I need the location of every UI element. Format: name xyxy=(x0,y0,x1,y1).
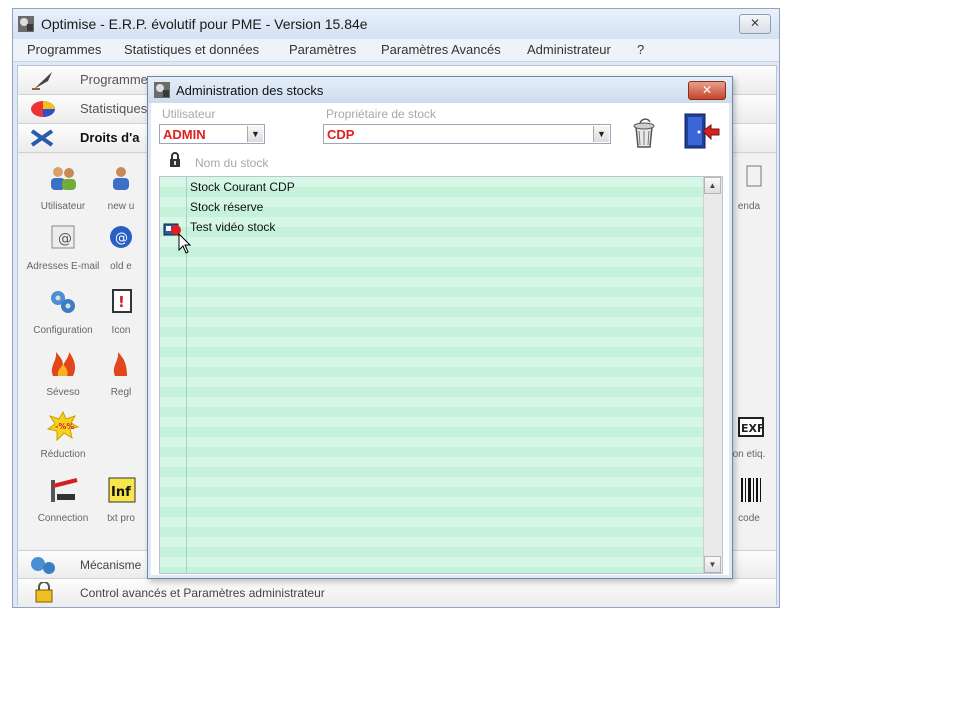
tool-label: txt pro xyxy=(107,513,135,524)
section-control[interactable]: Control avancés et Paramètres administra… xyxy=(18,578,776,607)
tool-adresses-email[interactable]: @ Adresses E-mail xyxy=(18,222,108,272)
email-icon: @ xyxy=(51,225,75,249)
scroll-down-button[interactable]: ▼ xyxy=(704,556,721,573)
lock-icon xyxy=(170,152,180,167)
tool-label: Configuration xyxy=(33,325,93,336)
tool-regl[interactable]: Regl xyxy=(96,348,146,398)
tool-icon[interactable]: ! Icon xyxy=(96,286,146,336)
chevron-down-icon[interactable]: ▼ xyxy=(247,126,263,142)
gears-icon xyxy=(31,557,55,574)
barrier-icon xyxy=(51,478,78,502)
svg-text:!: ! xyxy=(118,293,125,311)
gears-icon xyxy=(51,291,75,313)
tool-seveso[interactable]: Séveso xyxy=(18,348,108,398)
tool-old-email[interactable]: @ old e xyxy=(96,222,146,272)
svg-text:EXF: EXF xyxy=(741,422,765,435)
window-title: Optimise - E.R.P. évolutif pour PME - Ve… xyxy=(41,16,368,32)
user-select[interactable]: ADMIN ▼ xyxy=(159,124,265,144)
barcode-icon xyxy=(741,478,761,502)
list-item[interactable]: Stock réserve xyxy=(190,200,263,214)
scroll-up-button[interactable]: ▲ xyxy=(704,177,721,194)
fire-icon xyxy=(113,352,127,376)
list-item[interactable]: Stock Courant CDP xyxy=(190,180,295,194)
svg-text:-%%: -%% xyxy=(55,422,74,431)
document-icon xyxy=(746,165,762,187)
tool-connection[interactable]: Connection xyxy=(18,474,108,524)
svg-text:@: @ xyxy=(58,231,72,247)
column-header-nom-du-stock[interactable]: Nom du stock xyxy=(195,156,268,170)
globe-email-icon: @ xyxy=(110,226,132,248)
tools-icon xyxy=(30,129,54,147)
dialog-title-bar: Administration des stocks ✕ xyxy=(148,77,732,103)
user-label: Utilisateur xyxy=(162,107,216,121)
users-icon xyxy=(51,167,76,190)
svg-text:Inf: Inf xyxy=(111,485,131,500)
chevron-down-icon[interactable]: ▼ xyxy=(593,126,609,142)
fire-icon xyxy=(51,352,76,376)
exit-door-icon[interactable] xyxy=(681,111,721,151)
stock-list: Stock Courant CDP Stock réserve Test vid… xyxy=(159,176,723,574)
user-icon xyxy=(113,167,129,190)
tool-utilisateur[interactable]: Utilisateur xyxy=(18,162,108,212)
tool-reduction[interactable]: -%% Réduction xyxy=(18,410,108,460)
section-label: Statistiques xyxy=(80,101,148,116)
user-value: ADMIN xyxy=(163,127,206,142)
warning-card-icon: ! xyxy=(112,289,132,313)
menu-administrateur[interactable]: Administrateur xyxy=(527,42,611,57)
menu-parametres[interactable]: Paramètres xyxy=(289,42,356,57)
window-close-button[interactable]: ✕ xyxy=(739,14,771,34)
menu-statistiques[interactable]: Statistiques et données xyxy=(124,42,259,57)
menu-programmes[interactable]: Programmes xyxy=(27,42,101,57)
admin-lock-icon xyxy=(35,582,53,603)
dialog-title: Administration des stocks xyxy=(176,83,324,98)
tool-configuration[interactable]: Configuration xyxy=(18,286,108,336)
dialog-body: Utilisateur ADMIN ▼ Propriétaire de stoc… xyxy=(151,103,729,575)
info-badge-icon: Inf xyxy=(108,477,136,503)
tool-new-user[interactable]: new u xyxy=(96,162,146,212)
list-item-selected[interactable]: Test vidéo stock xyxy=(190,220,275,234)
menu-help[interactable]: ? xyxy=(637,42,644,57)
main-title-bar: Optimise - E.R.P. évolutif pour PME - Ve… xyxy=(13,9,779,39)
section-label: Control avancés et Paramètres administra… xyxy=(80,586,325,600)
mouse-cursor-icon xyxy=(178,233,192,254)
exf-file-icon: EXF xyxy=(738,417,765,437)
stock-admin-dialog: Administration des stocks ✕ Utilisateur … xyxy=(147,76,733,579)
tool-label: Regl xyxy=(110,387,132,398)
owner-label: Propriétaire de stock xyxy=(326,107,437,121)
section-label: Programmes xyxy=(80,72,155,87)
tool-label: new u xyxy=(107,201,135,212)
dialog-close-button[interactable]: ✕ xyxy=(688,81,726,100)
svg-text:@: @ xyxy=(115,231,128,246)
vertical-scrollbar[interactable]: ▲ ▼ xyxy=(703,177,722,573)
pie-chart-icon xyxy=(31,101,55,117)
owner-select[interactable]: CDP ▼ xyxy=(323,124,611,144)
owner-value: CDP xyxy=(327,127,355,142)
tool-label: Séveso xyxy=(46,387,80,398)
tool-label: Réduction xyxy=(40,449,86,460)
quill-icon xyxy=(32,72,52,90)
tool-label: Connection xyxy=(37,513,89,524)
tool-label: Icon xyxy=(111,325,131,336)
trash-icon[interactable] xyxy=(628,115,660,151)
section-label: Mécanisme xyxy=(80,558,142,572)
tool-label: Adresses E-mail xyxy=(26,261,100,272)
tool-txt-pro[interactable]: Inf txt pro xyxy=(96,474,146,524)
menu-parametres-avances[interactable]: Paramètres Avancés xyxy=(381,42,501,57)
tool-label: old e xyxy=(110,261,132,272)
tool-label: Utilisateur xyxy=(40,201,86,212)
discount-badge-icon: -%% xyxy=(46,410,80,442)
app-logo-icon xyxy=(154,82,170,98)
app-logo-icon xyxy=(18,16,34,32)
menu-bar: Programmes Statistiques et données Param… xyxy=(13,39,779,62)
section-label: Droits d'a xyxy=(80,130,140,145)
